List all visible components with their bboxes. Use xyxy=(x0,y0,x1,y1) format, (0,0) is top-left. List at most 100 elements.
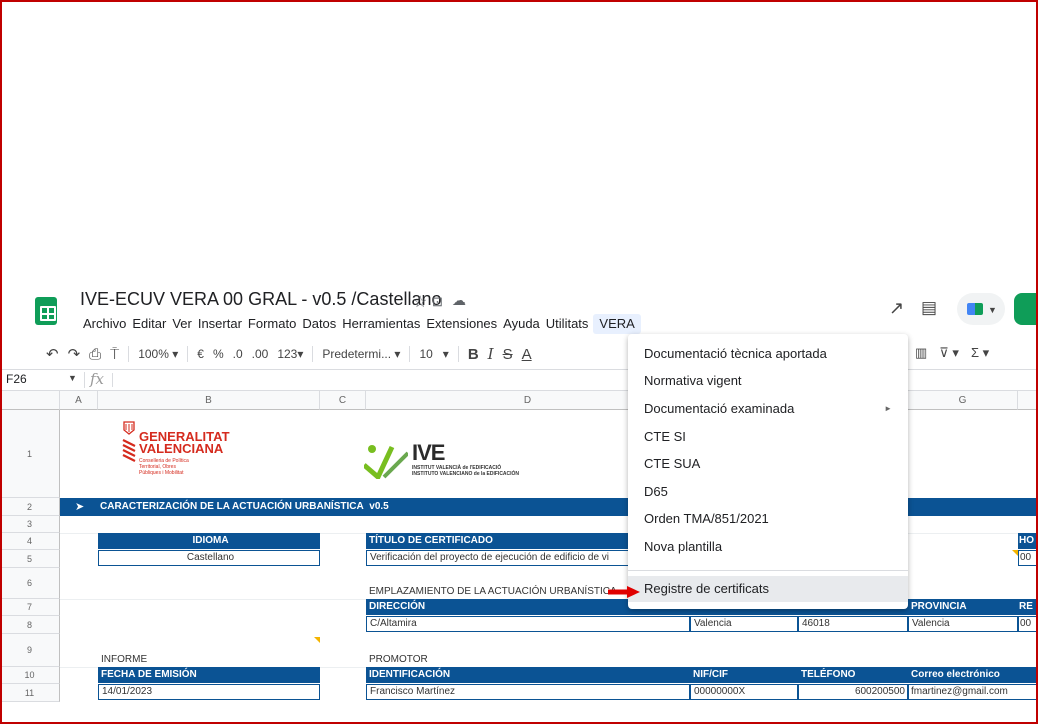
zoom-select[interactable]: 100% ▾ xyxy=(138,347,178,361)
menu-item-orden-tma[interactable]: Orden TMA/851/2021 xyxy=(628,506,908,532)
menu-item-d65[interactable]: D65 xyxy=(628,479,908,505)
column-header-h[interactable] xyxy=(1018,391,1038,410)
correo-cell[interactable]: fmartinez@gmail.com xyxy=(908,684,1038,700)
column-header-b[interactable]: B xyxy=(98,391,320,410)
provincia-cell[interactable]: Valencia xyxy=(908,616,1018,632)
name-box-dropdown-icon[interactable]: ▼ xyxy=(68,373,77,383)
document-title[interactable]: IVE-ECUV VERA 00 GRAL - v0.5 /Castellano xyxy=(80,289,442,310)
column-header-c[interactable]: C xyxy=(320,391,366,410)
sheets-logo-icon[interactable] xyxy=(35,297,57,325)
toolbar: ↶ ↷ ⎙ ⍑ 100% ▾ € % .0 .00 123▾ Predeterm… xyxy=(46,345,532,363)
cell-note-indicator[interactable] xyxy=(1012,550,1018,556)
referencia-cell[interactable]: 00 xyxy=(1018,616,1038,632)
menu-formato[interactable]: Formato xyxy=(245,314,299,334)
filter-icon[interactable]: ⊽ ▾ xyxy=(939,345,959,361)
insert-chart-icon[interactable]: ▥ xyxy=(915,345,927,361)
cell-note-indicator[interactable] xyxy=(314,637,320,643)
fecha-emision-cell[interactable]: 14/01/2023 xyxy=(98,684,320,700)
comments-icon[interactable]: ▤ xyxy=(921,298,937,318)
idioma-header[interactable]: IDIOMA xyxy=(98,533,320,549)
meet-button[interactable]: ▼ xyxy=(957,293,1005,325)
italic-button[interactable]: I xyxy=(488,345,494,363)
menu-herramientas[interactable]: Herramientas xyxy=(339,314,423,334)
idioma-cell[interactable]: Castellano xyxy=(98,550,320,566)
row-header-8[interactable]: 8 xyxy=(0,616,60,634)
menu-vera[interactable]: VERA xyxy=(593,314,641,334)
menu-archivo[interactable]: Archivo xyxy=(80,314,129,334)
row-header-7[interactable]: 7 xyxy=(0,599,60,616)
row-header-1[interactable]: 1 xyxy=(0,410,60,498)
meet-camera-icon xyxy=(967,303,983,315)
identificacion-header[interactable]: IDENTIFICACIÓN xyxy=(366,667,690,683)
menu-item-documentacio-examinada[interactable]: Documentació examinada ► xyxy=(628,396,908,422)
column-header-g[interactable]: G xyxy=(908,391,1018,410)
menu-editar[interactable]: Editar xyxy=(129,314,169,334)
row-header-3[interactable]: 3 xyxy=(0,516,60,533)
strikethrough-button[interactable]: S xyxy=(503,346,513,363)
increase-decimals-button[interactable]: .00 xyxy=(252,347,269,361)
menu-item-documentacio-tecnica[interactable]: Documentació tècnica aportada xyxy=(628,341,908,367)
print-icon[interactable]: ⎙ xyxy=(89,346,101,363)
hora-cell[interactable]: 00 xyxy=(1018,550,1038,566)
menu-item-cte-si[interactable]: CTE SI xyxy=(628,424,908,450)
toolbar-divider xyxy=(187,346,189,362)
activity-trend-icon[interactable]: ↗ xyxy=(889,298,904,319)
chevron-down-icon: ▼ xyxy=(988,305,997,315)
toolbar-divider xyxy=(457,346,459,362)
percent-button[interactable]: % xyxy=(213,347,224,361)
section-version: v0.5 xyxy=(369,501,389,512)
row-header-10[interactable]: 10 xyxy=(0,667,60,684)
decrease-decimals-button[interactable]: .0 xyxy=(233,347,243,361)
hora-header[interactable]: HO xyxy=(1018,533,1038,549)
font-select[interactable]: Predetermi... ▾ xyxy=(322,347,400,361)
cloud-status-icon[interactable]: ☁ xyxy=(452,292,466,309)
row-header-11[interactable]: 11 xyxy=(0,684,60,702)
font-size-select[interactable]: 10 ▾ xyxy=(419,347,448,361)
menu-item-cte-sua[interactable]: CTE SUA xyxy=(628,451,908,477)
nif-cell[interactable]: 00000000X xyxy=(690,684,798,700)
menu-item-normativa-vigent[interactable]: Normativa vigent xyxy=(628,368,908,394)
municipio-cell[interactable]: Valencia xyxy=(690,616,798,632)
column-header-a[interactable]: A xyxy=(60,391,98,410)
paint-format-icon[interactable]: ⍑ xyxy=(110,346,119,363)
generalitat-logo-subtitle: Conselleria de Política Territorial, Obr… xyxy=(139,458,189,476)
redo-icon[interactable]: ↷ xyxy=(68,345,81,363)
share-button[interactable] xyxy=(1014,293,1038,325)
undo-icon[interactable]: ↶ xyxy=(46,345,59,363)
functions-button[interactable]: Σ ▾ xyxy=(971,345,989,361)
star-icon[interactable]: ☆ xyxy=(413,292,427,312)
fx-icon: fx xyxy=(90,370,105,388)
provincia-header[interactable]: PROVINCIA xyxy=(908,599,1018,615)
row-header-2[interactable]: 2 xyxy=(0,498,60,516)
name-box[interactable]: F26 xyxy=(6,372,27,386)
row-header-9[interactable]: 9 xyxy=(0,634,60,667)
text-color-button[interactable]: A xyxy=(522,346,532,363)
select-all-corner[interactable] xyxy=(0,391,60,410)
menu-extensiones[interactable]: Extensiones xyxy=(423,314,500,334)
menu-insertar[interactable]: Insertar xyxy=(195,314,245,334)
row-header-5[interactable]: 5 xyxy=(0,550,60,568)
bold-button[interactable]: B xyxy=(468,346,479,363)
formula-input-divider xyxy=(112,373,113,387)
menu-datos[interactable]: Datos xyxy=(299,314,339,334)
identificacion-cell[interactable]: Francisco Martínez xyxy=(366,684,690,700)
section-title: CARACTERIZACIÓN DE LA ACTUACIÓN URBANÍST… xyxy=(100,501,389,512)
currency-button[interactable]: € xyxy=(197,347,204,361)
menu-utilitats[interactable]: Utilitats xyxy=(543,314,592,334)
row-header-4[interactable]: 4 xyxy=(0,533,60,550)
telefono-header[interactable]: TELÉFONO xyxy=(798,667,908,683)
more-formats-button[interactable]: 123▾ xyxy=(277,347,303,361)
row-header-6[interactable]: 6 xyxy=(0,568,60,599)
correo-header[interactable]: Correo electrónico xyxy=(908,667,1038,683)
menu-ver[interactable]: Ver xyxy=(169,314,195,334)
direccion-cell[interactable]: C/Altamira xyxy=(366,616,690,632)
menu-item-registre-certificats[interactable]: Registre de certificats xyxy=(628,576,908,602)
fecha-emision-header[interactable]: FECHA DE EMISIÓN xyxy=(98,667,320,683)
telefono-cell[interactable]: 600200500 xyxy=(798,684,908,700)
move-folder-icon[interactable]: ⊡ xyxy=(432,294,443,310)
menu-item-nova-plantilla[interactable]: Nova plantilla xyxy=(628,534,908,560)
codigo-postal-cell[interactable]: 46018 xyxy=(798,616,908,632)
nif-header[interactable]: NIF/CIF xyxy=(690,667,798,683)
referencia-header[interactable]: RE xyxy=(1018,599,1038,615)
menu-ayuda[interactable]: Ayuda xyxy=(500,314,543,334)
